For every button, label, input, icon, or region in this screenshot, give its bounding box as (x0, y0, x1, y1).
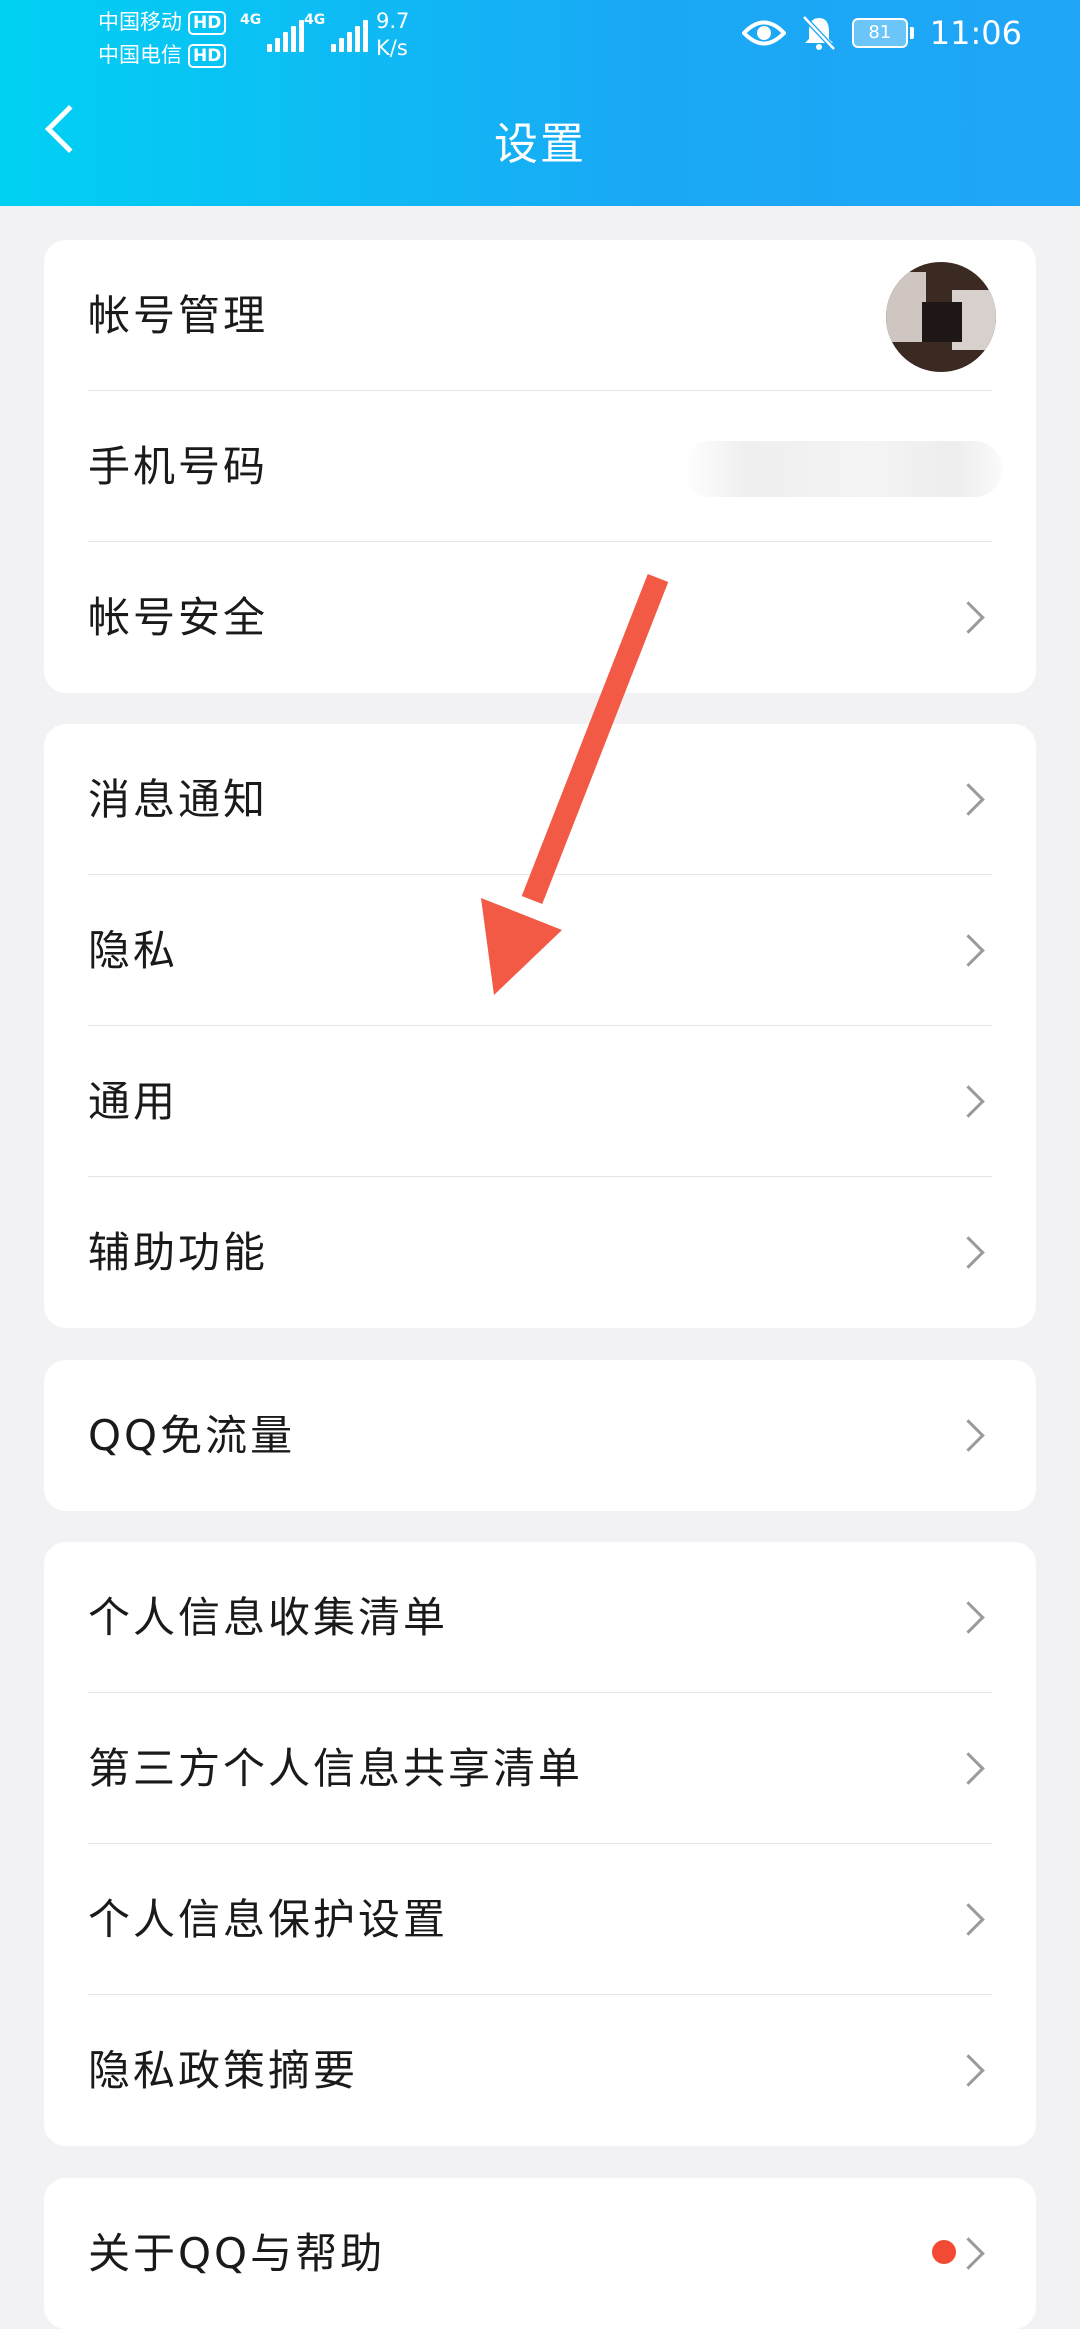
settings-item-third-party-sharing-list[interactable]: 第三方个人信息共享清单 (44, 1693, 1036, 1844)
settings-group-about: 关于QQ与帮助 (44, 2178, 1036, 2329)
item-label: 帐号管理 (88, 291, 269, 340)
status-icons: 81 11:06 (741, 14, 1022, 52)
signal-icon-1: 4G (240, 12, 305, 52)
settings-item-privacy[interactable]: 隐私 (44, 875, 1036, 1026)
item-label: 个人信息收集清单 (88, 1593, 449, 1642)
avatar (886, 262, 996, 372)
settings-item-notifications[interactable]: 消息通知 (44, 724, 1036, 875)
clock-time: 11:06 (929, 14, 1022, 52)
battery-level: 81 (851, 18, 908, 48)
battery-icon: 81 (851, 18, 914, 48)
chevron-right-icon (952, 1419, 985, 1452)
item-label: QQ免流量 (88, 1411, 296, 1460)
item-label: 帐号安全 (88, 593, 269, 642)
settings-item-privacy-policy-summary[interactable]: 隐私政策摘要 (44, 1995, 1036, 2146)
header-bar: 中国移动 HD 中国电信 HD 4G 4G 9.7 K/s 81 11:06 设… (0, 0, 1080, 206)
settings-group-general: 消息通知 隐私 通用 辅助功能 (44, 724, 1036, 1328)
network-type-2: 4G (304, 12, 326, 28)
settings-item-account-management[interactable]: 帐号管理 (44, 240, 1036, 391)
chevron-right-icon (952, 2237, 985, 2270)
item-label: 辅助功能 (88, 1228, 269, 1277)
eye-icon (741, 20, 786, 46)
item-label: 关于QQ与帮助 (88, 2229, 386, 2278)
item-label: 第三方个人信息共享清单 (88, 1744, 584, 1793)
item-label: 隐私政策摘要 (88, 2046, 359, 2095)
carrier-1: 中国移动 (98, 10, 182, 34)
item-label: 隐私 (88, 926, 179, 975)
item-label: 通用 (88, 1077, 179, 1126)
network-speed: 9.7 K/s (376, 8, 409, 62)
settings-group-personal-info: 个人信息收集清单 第三方个人信息共享清单 个人信息保护设置 隐私政策摘要 (44, 1542, 1036, 2146)
chevron-right-icon (952, 1601, 985, 1634)
settings-item-qq-free-data[interactable]: QQ免流量 (44, 1360, 1036, 1511)
page-title: 设置 (494, 119, 586, 170)
settings-item-phone-number[interactable]: 手机号码 (44, 391, 1036, 542)
settings-group-data: QQ免流量 (44, 1360, 1036, 1511)
signal-icon-2: 4G (304, 12, 369, 52)
speed-unit: K/s (376, 36, 408, 60)
hd-badge-1: HD (188, 10, 227, 35)
settings-item-info-protection[interactable]: 个人信息保护设置 (44, 1844, 1036, 1995)
item-label: 消息通知 (88, 775, 269, 824)
carrier-2: 中国电信 (98, 43, 182, 67)
chevron-right-icon (952, 783, 985, 816)
settings-item-info-collection-list[interactable]: 个人信息收集清单 (44, 1542, 1036, 1693)
settings-item-general[interactable]: 通用 (44, 1026, 1036, 1177)
carrier-info: 中国移动 HD 中国电信 HD (98, 6, 227, 72)
masked-phone-value (682, 441, 1002, 497)
settings-item-about-help[interactable]: 关于QQ与帮助 (44, 2178, 1036, 2329)
chevron-right-icon (952, 1752, 985, 1785)
item-label: 个人信息保护设置 (88, 1895, 449, 1944)
chevron-right-icon (952, 2054, 985, 2087)
chevron-right-icon (952, 934, 985, 967)
speed-value: 9.7 (376, 9, 410, 33)
hd-badge-2: HD (188, 43, 227, 68)
network-type-1: 4G (240, 12, 262, 28)
chevron-right-icon (952, 1903, 985, 1936)
chevron-right-icon (952, 601, 985, 634)
item-label: 手机号码 (88, 442, 269, 491)
settings-item-account-security[interactable]: 帐号安全 (44, 542, 1036, 693)
bell-off-icon (801, 15, 836, 51)
chevron-right-icon (952, 1236, 985, 1269)
chevron-right-icon (952, 1085, 985, 1118)
settings-group-account: 帐号管理 手机号码 帐号安全 (44, 240, 1036, 693)
settings-item-accessibility[interactable]: 辅助功能 (44, 1177, 1036, 1328)
